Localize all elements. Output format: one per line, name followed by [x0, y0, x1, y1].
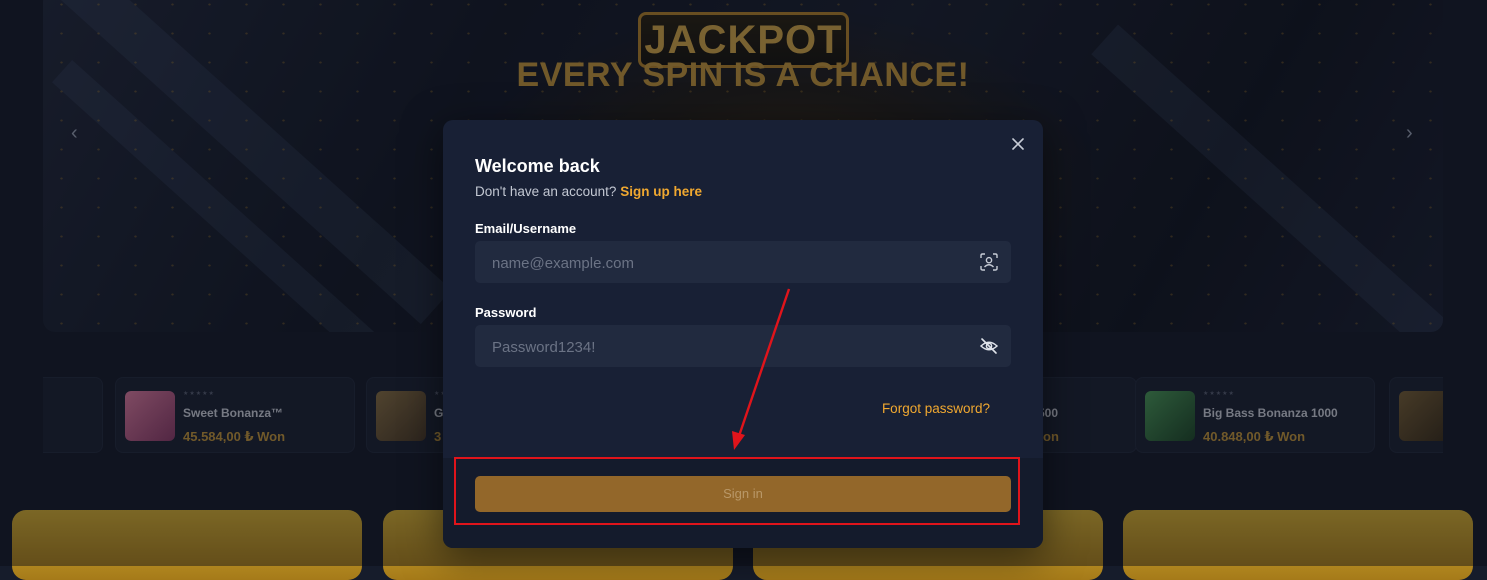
- close-icon[interactable]: [1009, 135, 1027, 153]
- signup-link[interactable]: Sign up here: [620, 184, 702, 199]
- forgot-password-link[interactable]: Forgot password?: [882, 401, 990, 416]
- password-field-wrapper: [475, 325, 1011, 369]
- face-scan-icon[interactable]: [979, 252, 999, 272]
- password-label: Password: [475, 305, 537, 320]
- annotation-highlight-box: [454, 457, 1020, 525]
- password-field[interactable]: [475, 325, 974, 369]
- email-field-wrapper: [475, 241, 1011, 285]
- email-field[interactable]: [475, 241, 974, 285]
- signup-prompt: Don't have an account? Sign up here: [475, 184, 702, 199]
- eye-off-icon[interactable]: [979, 336, 999, 356]
- modal-title: Welcome back: [475, 156, 600, 176]
- email-label: Email/Username: [475, 221, 577, 236]
- signup-prompt-text: Don't have an account?: [475, 184, 617, 199]
